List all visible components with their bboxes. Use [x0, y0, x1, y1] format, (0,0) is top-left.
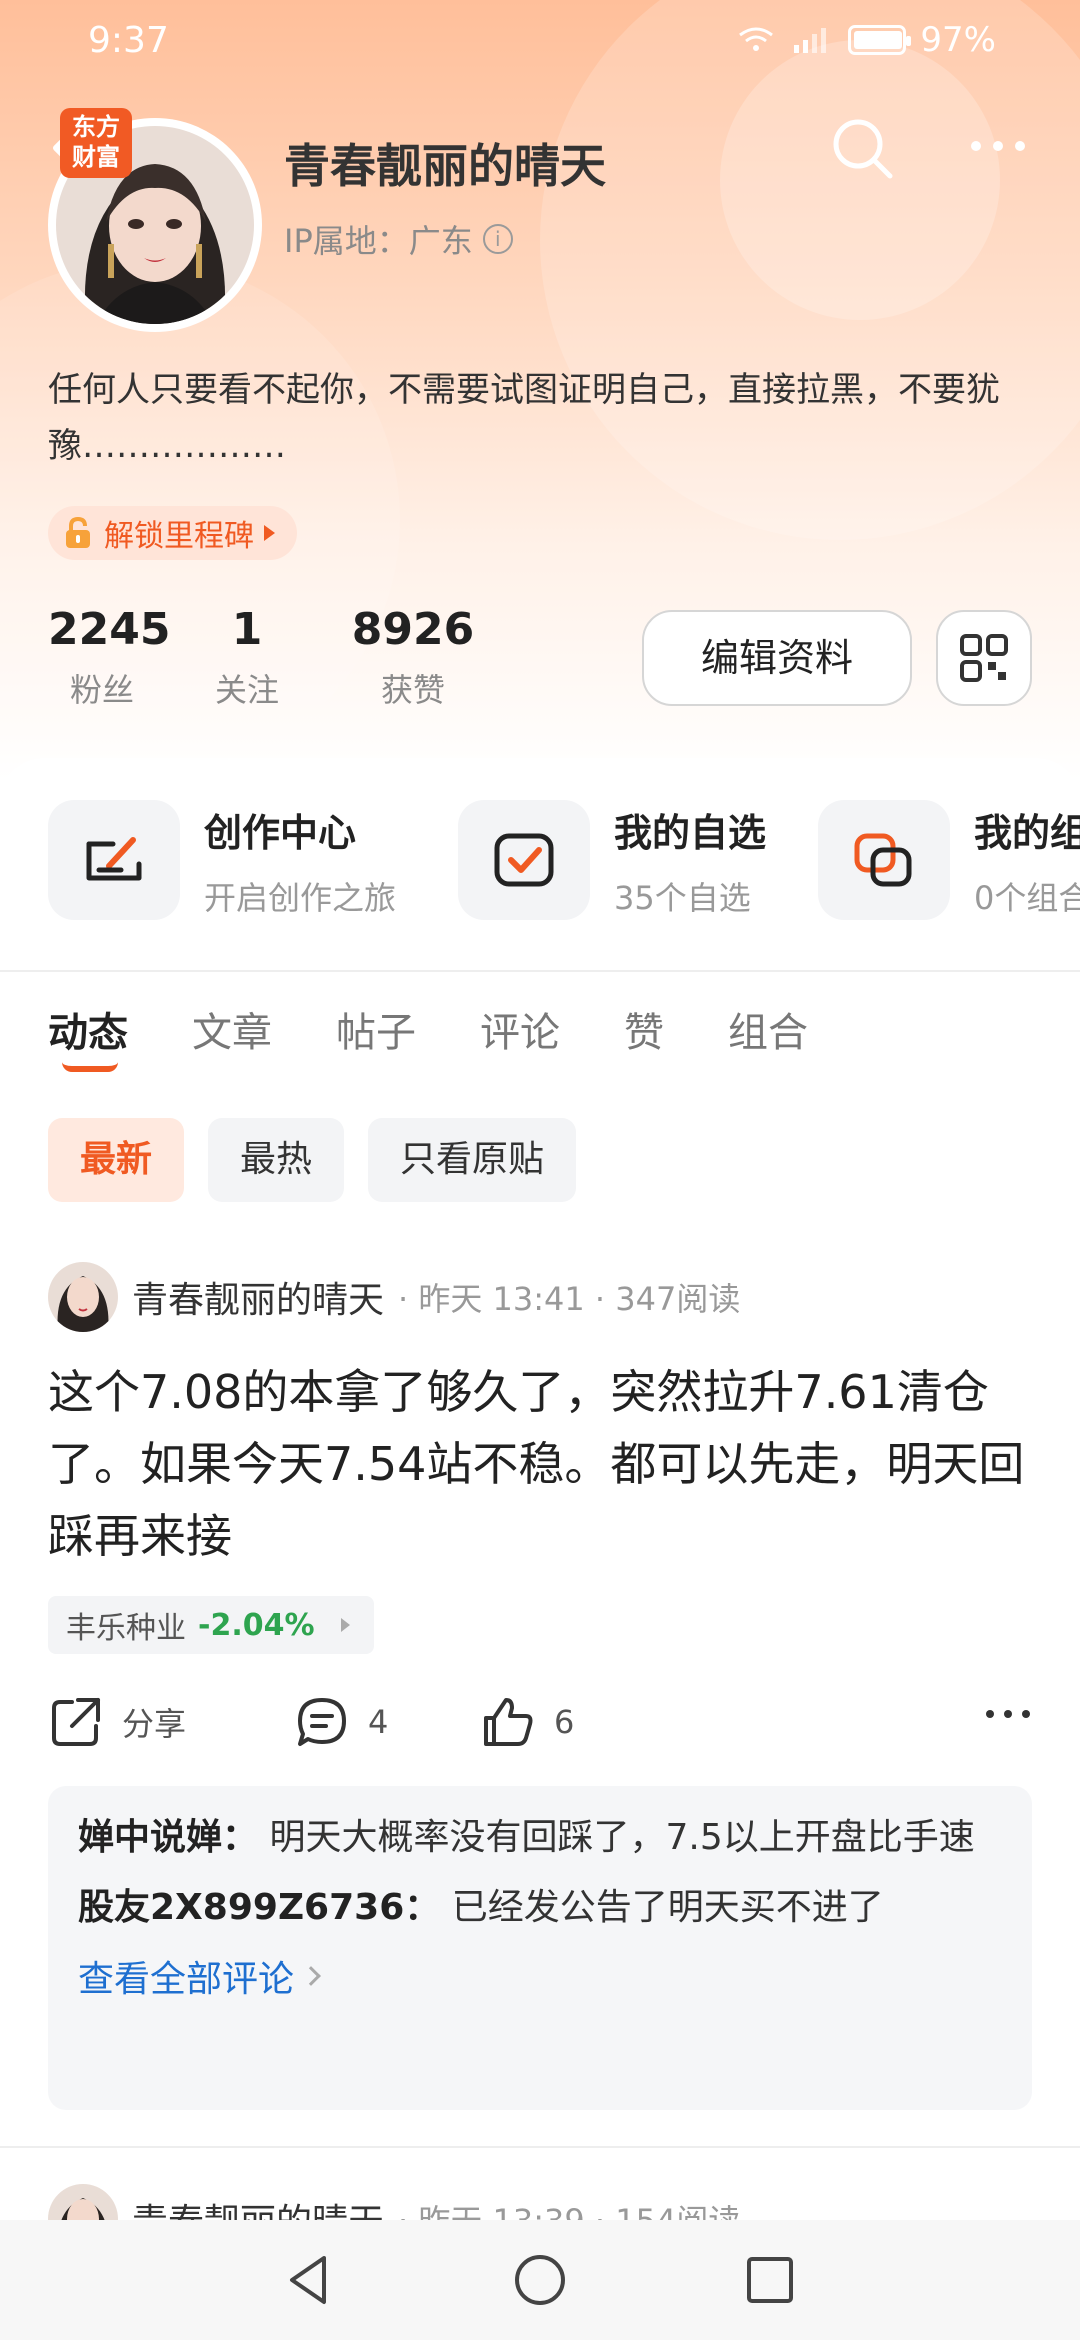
- share-button[interactable]: 分享: [48, 1694, 186, 1750]
- post-content[interactable]: 这个7.08的本拿了够久了，突然拉升7.61清仓了。如果今天7.54站不稳。都可…: [48, 1356, 1038, 1572]
- pencil-edit-icon: [48, 800, 180, 920]
- status-bar: 9:37 97%: [0, 0, 1080, 84]
- content-tabs: 动态 文章 帖子 评论 赞 组合: [48, 1000, 872, 1072]
- post-author[interactable]: 青春靓丽的晴天: [132, 1271, 384, 1323]
- edit-profile-button[interactable]: 编辑资料: [642, 610, 912, 706]
- more-icon[interactable]: [966, 126, 1030, 166]
- more-icon[interactable]: [984, 1704, 1032, 1724]
- stat-following[interactable]: 1 关注: [164, 604, 330, 711]
- like-button[interactable]: 6: [480, 1694, 574, 1750]
- stat-followers[interactable]: 2245 粉丝: [48, 604, 171, 711]
- tab-active-indicator: [62, 1062, 118, 1072]
- status-time: 9:37: [88, 20, 169, 61]
- comment-item[interactable]: 婵中说婵： 明天大概率没有回踩了，7.5以上开盘比手速: [78, 1810, 1002, 1866]
- comment-colon: ：: [222, 1817, 259, 1858]
- checkbox-icon: [458, 800, 590, 920]
- stat-label: 获赞: [380, 671, 445, 709]
- comment-preview: 婵中说婵： 明天大概率没有回踩了，7.5以上开盘比手速 股友2X899Z6736…: [48, 1786, 1032, 2110]
- shortcut-title: 我的自选: [614, 810, 767, 855]
- shortcut-title: 创作中心: [204, 810, 357, 855]
- arrow-right-icon: [264, 525, 275, 541]
- thumbs-up-icon: [484, 1698, 533, 1746]
- filter-latest[interactable]: 最新: [48, 1118, 185, 1202]
- post-actions: 分享 4 6: [48, 1694, 1032, 1754]
- stock-change: -2.04%: [198, 1607, 315, 1643]
- ip-location: IP属地：广东 i: [284, 216, 513, 262]
- nav-home-icon[interactable]: [510, 2250, 570, 2310]
- shortcut-title: 我的组合: [974, 810, 1080, 855]
- divider: [0, 970, 1080, 972]
- tab-dynamics[interactable]: 动态: [48, 1000, 128, 1072]
- tab-articles[interactable]: 文章: [192, 1000, 272, 1058]
- comment-colon: ：: [404, 1887, 441, 1928]
- comment-text: 已经发公告了明天买不进了: [451, 1887, 884, 1928]
- badge-line: 财富: [72, 143, 120, 171]
- divider: [0, 2146, 1080, 2148]
- shortcut-subtitle: 35个自选: [614, 878, 751, 917]
- battery-percent: 97%: [920, 20, 996, 60]
- stat-value: 1: [231, 604, 263, 655]
- status-icons: 97%: [736, 20, 996, 60]
- milestone-button[interactable]: 解锁里程碑: [48, 506, 297, 560]
- arrow-right-icon: [340, 1618, 350, 1632]
- shortcut-subtitle: 0个组合: [974, 878, 1080, 917]
- milestone-label: 解锁里程碑: [104, 519, 254, 554]
- see-all-comments-link[interactable]: 查看全部评论: [78, 1950, 1002, 2002]
- system-navigation-bar: [0, 2220, 1080, 2340]
- stat-value: 2245: [48, 604, 171, 655]
- filter-hottest[interactable]: 最热: [208, 1118, 345, 1202]
- shortcut-portfolio[interactable]: 我的组合 0个组合: [818, 800, 1080, 920]
- nav-back-icon[interactable]: [280, 2250, 340, 2310]
- comment-icon: [298, 1698, 346, 1746]
- qr-code-button[interactable]: [936, 610, 1032, 706]
- profile-name: 青春靓丽的晴天: [284, 139, 606, 193]
- post-header: 青春靓丽的晴天 · 昨天 13:41 · 347阅读: [48, 1262, 740, 1332]
- filter-original-only[interactable]: 只看原贴: [368, 1118, 577, 1202]
- comment-user: 股友2X899Z6736: [78, 1887, 405, 1928]
- tab-likes[interactable]: 赞: [624, 1000, 664, 1058]
- tab-label: 动态: [48, 1010, 128, 1056]
- stock-name: 丰乐种业: [66, 1611, 186, 1646]
- comment-count: 4: [368, 1703, 389, 1741]
- shortcut-subtitle: 开启创作之旅: [204, 878, 397, 917]
- filter-chips: 最新 最热 只看原贴: [48, 1118, 577, 1202]
- nav-recents-icon[interactable]: [740, 2250, 800, 2310]
- signal-icon: [794, 28, 827, 53]
- profile-stats: 2245 粉丝 1 关注 8926 获赞: [48, 604, 496, 711]
- battery-level: [854, 31, 903, 49]
- comment-button[interactable]: 4: [294, 1694, 388, 1750]
- see-all-label: 查看全部评论: [78, 1959, 295, 2000]
- stat-likes[interactable]: 8926 获赞: [330, 604, 496, 711]
- tab-comments[interactable]: 评论: [480, 1000, 560, 1058]
- avatar[interactable]: [48, 1262, 118, 1332]
- ip-location-text: IP属地：广东: [284, 222, 473, 260]
- comment-user: 婵中说婵: [78, 1817, 223, 1858]
- stat-label: 关注: [214, 671, 279, 709]
- comment-text: 明天大概率没有回踩了，7.5以上开盘比手速: [269, 1817, 975, 1858]
- shortcut-creation-center[interactable]: 创作中心 开启创作之旅: [48, 800, 396, 920]
- tab-posts[interactable]: 帖子: [336, 1000, 416, 1058]
- badge-line: 东方: [72, 113, 120, 141]
- shortcut-row: 创作中心 开启创作之旅 我的自选 35个自选 我的组合 0个组合: [0, 800, 1080, 940]
- stat-label: 粉丝: [70, 671, 135, 709]
- comment-item[interactable]: 股友2X899Z6736： 已经发公告了明天买不进了: [78, 1880, 1002, 1936]
- stock-tag[interactable]: 丰乐种业 -2.04%: [48, 1596, 374, 1654]
- app-logo-badge: 东方 财富: [60, 108, 132, 178]
- info-icon[interactable]: i: [482, 224, 513, 254]
- wifi-icon: [739, 27, 774, 51]
- lock-icon: [66, 516, 90, 548]
- search-icon[interactable]: [828, 114, 898, 184]
- battery-icon: [848, 25, 912, 55]
- like-count: 6: [554, 1703, 575, 1741]
- tab-portfolio[interactable]: 组合: [728, 1000, 808, 1058]
- qr-code-icon: [960, 634, 1008, 682]
- share-label: 分享: [122, 1705, 187, 1743]
- stat-value: 8926: [351, 604, 475, 655]
- post-meta: · 昨天 13:41 · 347阅读: [398, 1280, 741, 1318]
- share-icon: [52, 1698, 100, 1746]
- chevron-right-icon: [301, 1966, 321, 1986]
- shortcut-watchlist[interactable]: 我的自选 35个自选: [458, 800, 766, 920]
- stack-icon: [818, 800, 950, 920]
- profile-bio: 任何人只要看不起你，不需要试图证明自己，直接拉黑，不要犹豫………………: [48, 370, 1000, 466]
